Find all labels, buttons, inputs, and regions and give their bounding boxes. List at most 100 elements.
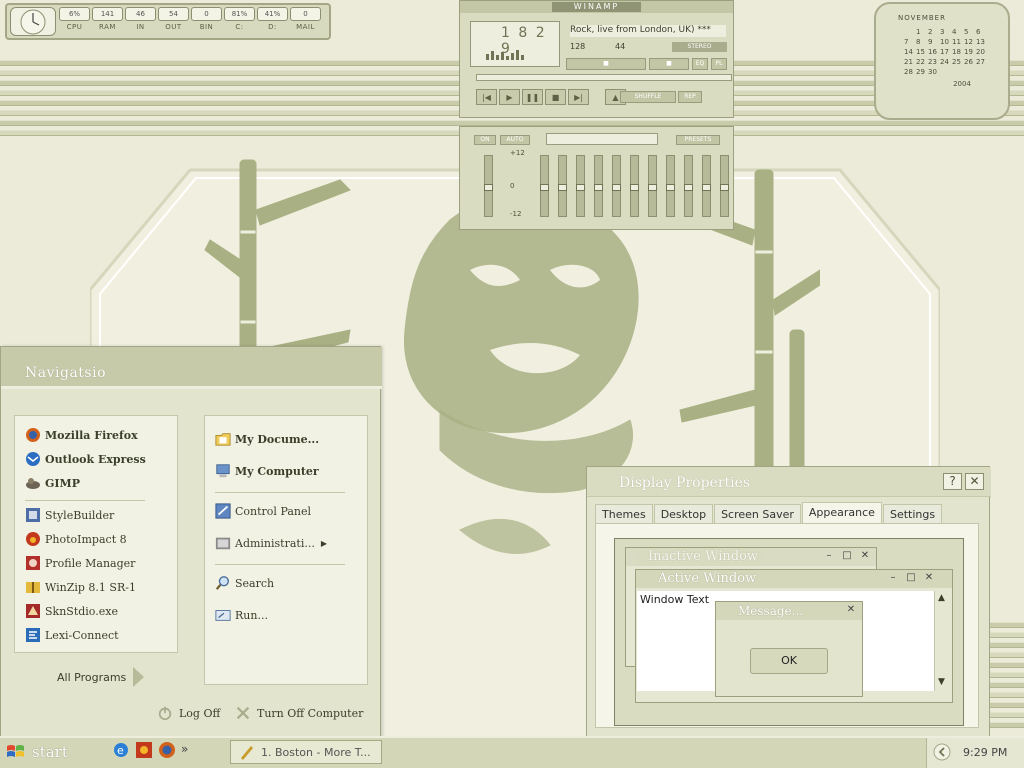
quicklaunch-ie[interactable]: e	[112, 741, 130, 762]
eq-slider-knob[interactable]	[648, 184, 657, 191]
winzip-icon	[25, 579, 41, 595]
eq-slider-knob[interactable]	[484, 184, 493, 191]
tab-themes[interactable]: Themes	[595, 504, 653, 524]
quick-launch: e »	[112, 741, 188, 762]
calendar-day: 20	[976, 48, 985, 56]
menu-item-control-panel[interactable]: Control Panel	[215, 500, 311, 522]
eq-band-slider[interactable]	[576, 155, 585, 217]
eq-band-slider[interactable]	[666, 155, 675, 217]
my-computer-icon	[215, 463, 231, 479]
photoimpact-icon	[25, 531, 41, 547]
eq-slider-knob[interactable]	[684, 184, 693, 191]
turn-off-button[interactable]: Turn Off Computer	[235, 705, 363, 721]
winamp-titlebar[interactable]: WINAMP	[460, 1, 733, 13]
winamp-equalizer[interactable]: ON AUTO PRESETS +12 0 -12	[459, 126, 734, 230]
seek-bar[interactable]	[476, 74, 732, 81]
gimp-icon	[25, 475, 41, 491]
quicklaunch-firefox[interactable]	[158, 741, 176, 762]
menu-item-search[interactable]: Search	[215, 572, 274, 594]
preview-window-text: Window Text	[640, 593, 710, 606]
next-button[interactable]: ▶|	[568, 89, 589, 105]
eq-band-slider[interactable]	[540, 155, 549, 217]
menu-item-my-documents[interactable]: My Docume...	[215, 428, 319, 450]
tab-desktop[interactable]: Desktop	[653, 504, 714, 524]
balance-slider[interactable]: ■	[649, 58, 689, 70]
display-properties-titlebar[interactable]: Display Properties ? ✕	[587, 467, 991, 497]
shuffle-button[interactable]: SHUFFLE	[620, 91, 676, 103]
eq-graph	[546, 133, 658, 145]
menu-item-profile-manager[interactable]: Profile Manager	[25, 552, 135, 574]
eq-band-slider[interactable]	[702, 155, 711, 217]
play-button[interactable]: ▶	[499, 89, 520, 105]
photoimpact-icon	[136, 742, 152, 758]
svg-text:e: e	[117, 744, 124, 757]
eq-band-slider[interactable]	[720, 155, 729, 217]
all-programs-button[interactable]: All Programs	[57, 667, 145, 687]
start-menu-places-pane: My Docume... My Computer Control Panel A…	[204, 415, 368, 685]
eq-slider-knob[interactable]	[594, 184, 603, 191]
log-off-button[interactable]: Log Off	[157, 705, 220, 721]
eq-slider-knob[interactable]	[612, 184, 621, 191]
taskbar-item-boston[interactable]: 1. Boston - More T...	[230, 740, 382, 764]
tab-appearance[interactable]: Appearance	[801, 502, 882, 524]
menu-item-winzip[interactable]: WinZip 8.1 SR-1	[25, 576, 136, 598]
menu-item-skinstudio[interactable]: SknStdio.exe	[25, 600, 118, 622]
system-stats-bar: 6% CPU 141 RAM 46 IN 54 OUT 0 BIN 81% C: 41% D:…	[5, 3, 331, 40]
quicklaunch-photoimpact[interactable]	[135, 741, 153, 762]
calendar-year: 2004	[953, 80, 971, 88]
eq-band-slider[interactable]	[612, 155, 621, 217]
maximize-icon: □	[906, 572, 916, 583]
menu-item-my-computer[interactable]: My Computer	[215, 460, 319, 482]
help-button[interactable]: ?	[943, 473, 962, 490]
close-icon: ✕	[924, 572, 934, 583]
eq-band-slider[interactable]	[594, 155, 603, 217]
winamp-toggle-row: ■ ■ EQ PL	[566, 58, 728, 70]
close-icon: ✕	[969, 474, 980, 488]
taskbar-clock[interactable]: 9:29 PM	[963, 746, 1007, 759]
quicklaunch-overflow-button[interactable]: »	[181, 742, 188, 756]
eq-slider-knob[interactable]	[666, 184, 675, 191]
stop-button[interactable]: ■	[545, 89, 566, 105]
menu-item-administrative-tools[interactable]: Administrati... ▶	[215, 532, 327, 554]
pause-button[interactable]: ❚❚	[522, 89, 543, 105]
tray-collapse-button[interactable]	[933, 743, 951, 764]
start-button[interactable]: start	[6, 740, 106, 764]
eq-band-slider[interactable]	[630, 155, 639, 217]
eq-slider-knob[interactable]	[720, 184, 729, 191]
calendar-day: 11	[952, 38, 961, 46]
menu-item-lexi-connect[interactable]: Lexi-Connect	[25, 624, 119, 646]
eq-on-button[interactable]: ON	[474, 135, 496, 145]
eq-auto-button[interactable]: AUTO	[500, 135, 530, 145]
menu-item-firefox[interactable]: Mozilla Firefox	[25, 424, 138, 446]
calendar-day: 6	[976, 28, 981, 36]
calendar-day: 4	[952, 28, 957, 36]
eq-slider-knob[interactable]	[576, 184, 585, 191]
eq-slider-knob[interactable]	[630, 184, 639, 191]
eq-band-slider[interactable]	[484, 155, 493, 217]
menu-separator	[215, 492, 345, 493]
tab-settings[interactable]: Settings	[882, 504, 943, 524]
calendar-day: 5	[964, 28, 969, 36]
eq-presets-button[interactable]: PRESETS	[676, 135, 720, 145]
repeat-button[interactable]: REP	[678, 91, 702, 103]
winamp-player[interactable]: WINAMP 1 8 2 9 Rock, live from London, U…	[459, 0, 734, 118]
menu-item-gimp[interactable]: GIMP	[25, 472, 80, 494]
menu-item-photoimpact[interactable]: PhotoImpact 8	[25, 528, 127, 550]
volume-slider[interactable]: ■	[566, 58, 646, 70]
close-button[interactable]: ✕	[965, 473, 984, 490]
eq-band-slider[interactable]	[684, 155, 693, 217]
calendar-day: 21	[904, 58, 913, 66]
eq-slider-knob[interactable]	[558, 184, 567, 191]
menu-item-run[interactable]: Run...	[215, 604, 268, 626]
eq-band-slider[interactable]	[558, 155, 567, 217]
menu-item-stylebuilder[interactable]: StyleBuilder	[25, 504, 114, 526]
calendar-day: 9	[928, 38, 933, 46]
eq-toggle-button[interactable]: EQ	[692, 58, 708, 70]
eq-slider-knob[interactable]	[702, 184, 711, 191]
menu-item-outlook-express[interactable]: Outlook Express	[25, 448, 146, 470]
pl-toggle-button[interactable]: PL	[711, 58, 727, 70]
eq-band-slider[interactable]	[648, 155, 657, 217]
previous-button[interactable]: |◀	[476, 89, 497, 105]
eq-slider-knob[interactable]	[540, 184, 549, 191]
tab-screen-saver[interactable]: Screen Saver	[714, 504, 801, 524]
